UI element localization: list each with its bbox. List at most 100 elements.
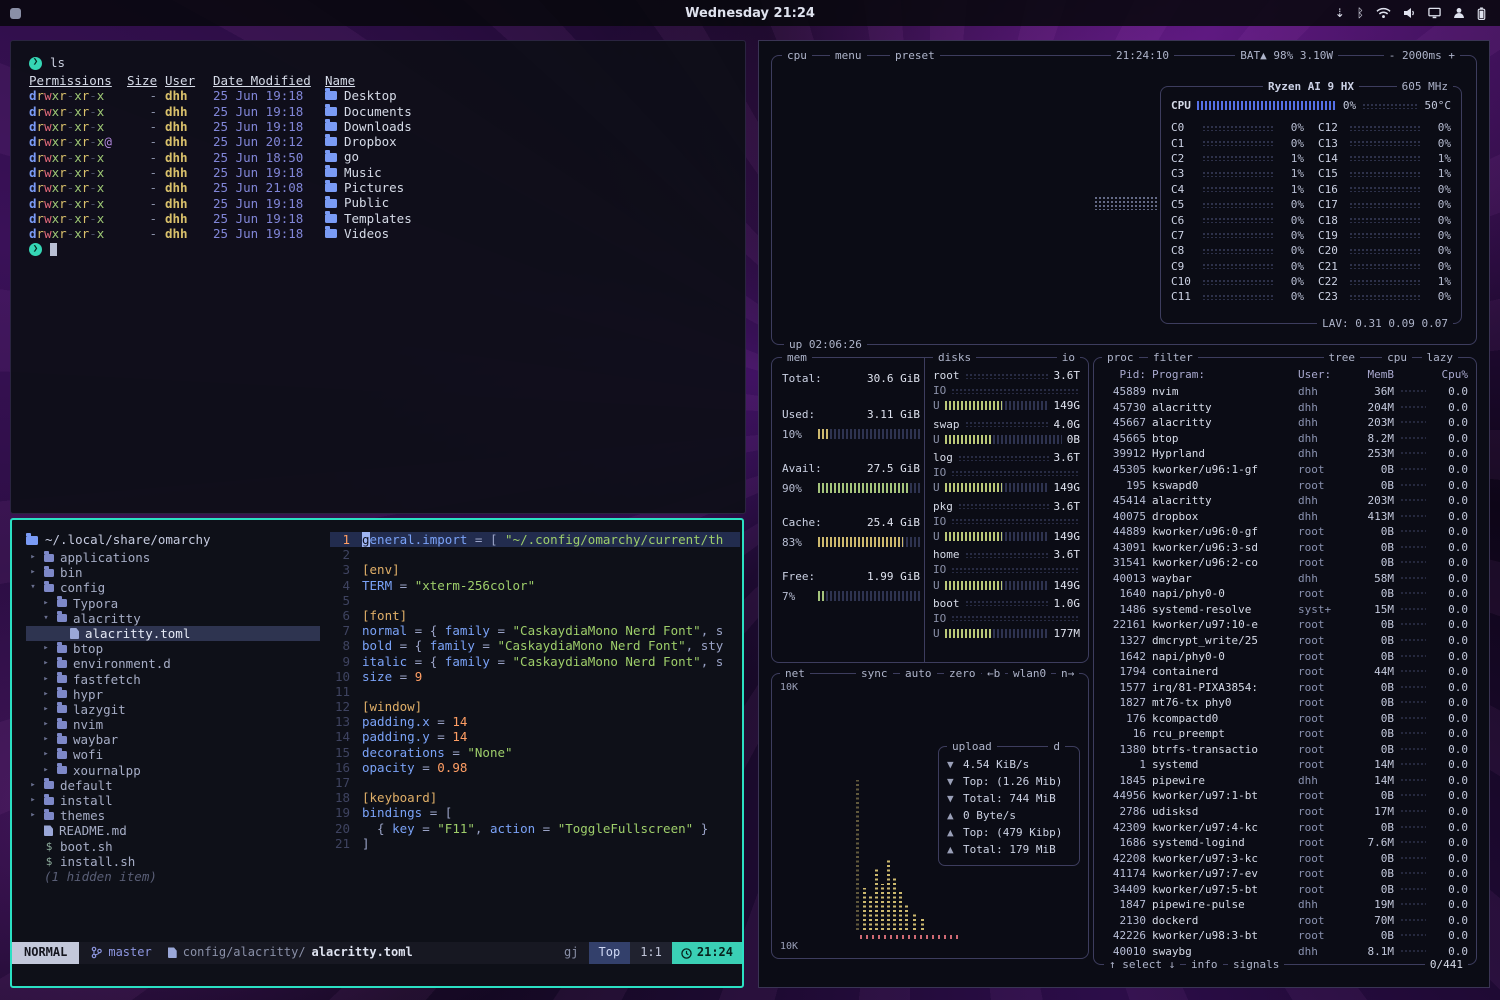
tree-item[interactable]: ▸hypr [26,687,330,702]
process-row[interactable]: 45889nvimdhh36M0.0 [1102,384,1468,400]
tree-item[interactable]: README.md [26,823,330,838]
process-row[interactable]: 34409kworker/u97:5-btroot0B0.0 [1102,882,1468,898]
editor-buffer[interactable]: 1general.import = [ "~/.config/omarchy/c… [330,532,740,956]
editor-line[interactable]: 9italic = { family = "CaskaydiaMono Nerd… [330,654,740,669]
display-icon[interactable] [1428,7,1441,19]
editor-line[interactable]: 16opacity = 0.98 [330,760,740,775]
editor-line[interactable]: 3[env] [330,562,740,577]
tree-item[interactable]: ▸default [26,778,330,793]
preset-button[interactable]: preset [890,48,940,63]
process-row[interactable]: 1686systemd-logindroot7.6M0.0 [1102,835,1468,851]
volume-icon[interactable] [1403,7,1416,19]
editor-line[interactable]: 19bindings = [ [330,805,740,820]
menu-button[interactable]: menu [830,48,867,63]
editor-line[interactable]: 4TERM = "xterm-256color" [330,578,740,593]
process-row[interactable]: 1640napi/phy0-0root0B0.0 [1102,586,1468,602]
proc-header-mem[interactable]: MemB [1348,368,1394,381]
tree-item[interactable]: ▾config [26,580,330,595]
process-row[interactable]: 1847pipewire-pulsedhh19M0.0 [1102,897,1468,913]
proc-header-cpu[interactable]: Cpu% [1432,368,1468,381]
tree-item[interactable]: ▸Typora [26,596,330,611]
proc-header-user[interactable]: User: [1298,368,1342,381]
process-row[interactable]: 42208kworker/u97:3-kcroot0B0.0 [1102,850,1468,866]
process-row[interactable]: 1327dmcrypt_write/25root0B0.0 [1102,633,1468,649]
process-row[interactable]: 1380btrfs-transactioroot0B0.0 [1102,742,1468,758]
bluetooth-icon[interactable]: ᛒ [1357,6,1364,20]
proc-header-program[interactable]: Program: [1152,368,1292,381]
editor-line[interactable]: 20 { key = "F11", action = "ToggleFullsc… [330,821,740,836]
process-row[interactable]: 2130dockerdroot70M0.0 [1102,913,1468,929]
editor-line[interactable]: 1general.import = [ "~/.config/omarchy/c… [330,532,740,547]
process-row[interactable]: 2786udisksdroot17M0.0 [1102,804,1468,820]
editor-line[interactable]: 14padding.y = 14 [330,729,740,744]
editor-line[interactable]: 8bold = { family = "CaskaydiaMono Nerd F… [330,638,740,653]
process-row[interactable]: 45730alacrittydhh204M0.0 [1102,400,1468,416]
io-mode-toggle[interactable]: io [1057,350,1080,365]
proc-header-pid[interactable]: Pid: [1102,368,1146,381]
process-row[interactable]: 44889kworker/u96:0-gfroot0B0.0 [1102,524,1468,540]
proc-signals-button[interactable]: signals [1228,957,1284,972]
process-row[interactable]: 45665btopdhh8.2M0.0 [1102,431,1468,447]
tree-item[interactable]: ▸lazygit [26,702,330,717]
sort-lazy-button[interactable]: lazy [1422,350,1459,365]
process-row[interactable]: 45414alacrittydhh203M0.0 [1102,493,1468,509]
refresh-interval-control[interactable]: - 2000ms + [1384,48,1460,63]
process-row[interactable]: 31541kworker/u96:2-coroot0B0.0 [1102,555,1468,571]
battery-icon[interactable] [1477,7,1486,20]
tree-item[interactable]: alacritty.toml [26,626,320,641]
tree-item[interactable]: $install.sh [26,854,330,869]
net-sync-toggle[interactable]: sync [856,666,893,681]
process-row[interactable]: 176kcompactd0root0B0.0 [1102,710,1468,726]
proc-select-keys[interactable]: ↑ select ↓ [1104,957,1180,972]
editor-line[interactable]: 15decorations = "None" [330,745,740,760]
tree-item[interactable]: ▸applications [26,550,330,565]
user-icon[interactable] [1453,7,1465,19]
tree-item[interactable]: ▸bin [26,565,330,580]
terminal-window-ls[interactable]: ❯ ls Permissions Size User Date Modified… [10,40,746,514]
editor-line[interactable]: 21] [330,836,740,851]
shell-prompt-line[interactable]: ❯ [29,241,731,257]
editor-line[interactable]: 6[font] [330,608,740,623]
tree-item[interactable]: ▾alacritty [26,611,330,626]
process-row[interactable]: 1642napi/phy0-0root0B0.0 [1102,648,1468,664]
neovim-window[interactable]: ~/.local/share/omarchy ▸applications▸bin… [10,518,744,988]
btop-window[interactable]: cpu menu preset 21:24:10 BAT▲ 98% 3.10W … [758,40,1490,988]
wifi-icon[interactable] [1376,7,1391,19]
tree-item[interactable]: ▸btop [26,641,330,656]
editor-line[interactable]: 11 [330,684,740,699]
process-row[interactable]: 195kswapd0root0B0.0 [1102,477,1468,493]
process-row[interactable]: 1794containerdroot44M0.0 [1102,664,1468,680]
terminal-cursor[interactable] [50,243,57,256]
editor-line[interactable]: 7normal = { family = "CaskaydiaMono Nerd… [330,623,740,638]
editor-line[interactable]: 5 [330,593,740,608]
tree-item[interactable]: ▸environment.d [26,656,330,671]
tree-item[interactable]: ▸install [26,793,330,808]
process-row[interactable]: 45305kworker/u96:1-gfroot0B0.0 [1102,462,1468,478]
process-row[interactable]: 1systemdroot14M0.0 [1102,757,1468,773]
tree-item[interactable]: ▸fastfetch [26,672,330,687]
process-row[interactable]: 16rcu_preemptroot0B0.0 [1102,726,1468,742]
tree-item[interactable]: ▸themes [26,808,330,823]
editor-line[interactable]: 18[keyboard] [330,790,740,805]
process-row[interactable]: 43091kworker/u96:3-sdroot0B0.0 [1102,539,1468,555]
process-row[interactable]: 1827mt76-tx phy0root0B0.0 [1102,695,1468,711]
process-row[interactable]: 40075dropboxdhh413M0.0 [1102,508,1468,524]
process-row[interactable]: 39912Hyprlanddhh253M0.0 [1102,446,1468,462]
net-auto-toggle[interactable]: auto [900,666,937,681]
tree-item[interactable]: $boot.sh [26,839,330,854]
tree-item[interactable]: ▸wofi [26,747,330,762]
tray-expand-icon[interactable]: ⇣ [1335,6,1345,20]
tree-item[interactable]: ▸xournalpp [26,763,330,778]
tree-item[interactable]: ▸nvim [26,717,330,732]
tree-toggle[interactable]: tree [1324,350,1361,365]
process-row[interactable]: 40013waybardhh58M0.0 [1102,571,1468,587]
net-next-iface[interactable]: n→ [1056,666,1079,681]
editor-line[interactable]: 2 [330,547,740,562]
net-zero-toggle[interactable]: zero [944,666,981,681]
process-row[interactable]: 1486systemd-resolvesyst+15M0.0 [1102,602,1468,618]
proc-info-button[interactable]: info [1186,957,1223,972]
process-row[interactable]: 1577irq/81-PIXA3854:root0B0.0 [1102,679,1468,695]
sort-cpu-button[interactable]: cpu [1382,350,1412,365]
process-row[interactable]: 41174kworker/u97:7-evroot0B0.0 [1102,866,1468,882]
process-row[interactable]: 42226kworker/u98:3-btroot0B0.0 [1102,928,1468,944]
